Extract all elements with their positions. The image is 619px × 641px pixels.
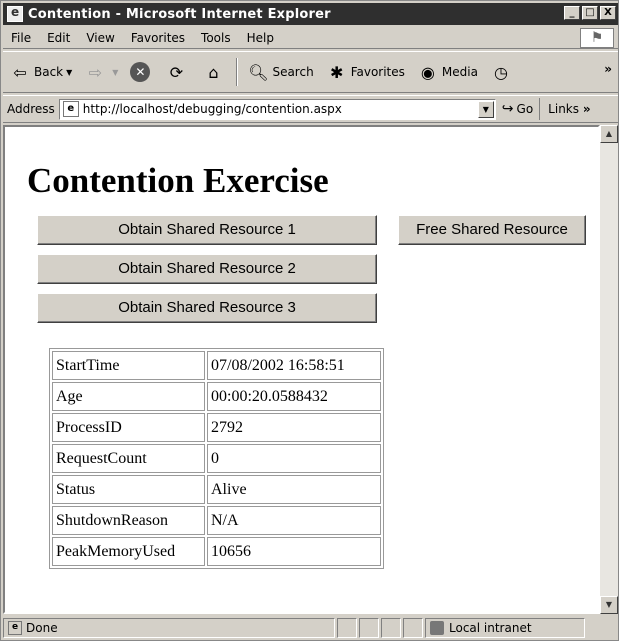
obtain-resource-1-button[interactable]: Obtain Shared Resource 1 <box>37 215 377 245</box>
table-row: RequestCount 0 <box>52 444 381 473</box>
go-button[interactable]: ↪ Go <box>496 101 539 117</box>
address-dropdown-icon[interactable]: ▼ <box>477 100 494 118</box>
scroll-down-icon[interactable]: ▼ <box>600 596 618 614</box>
forward-button[interactable]: ⇨ ▼ <box>78 57 124 87</box>
media-button[interactable]: ◉ Media <box>411 57 484 87</box>
window-title: Contention - Microsoft Internet Explorer <box>28 6 331 22</box>
menu-file[interactable]: File <box>3 31 39 45</box>
links-button[interactable]: Links » <box>539 98 591 120</box>
windows-logo-icon: ⚑ <box>580 28 614 48</box>
go-label: Go <box>516 102 534 116</box>
close-button[interactable]: X <box>600 6 616 20</box>
title-bar: Contention - Microsoft Internet Explorer… <box>3 3 618 25</box>
home-button[interactable]: ⌂ <box>196 57 233 87</box>
menu-favorites[interactable]: Favorites <box>123 31 193 45</box>
row-key: Status <box>52 475 205 504</box>
minimize-button[interactable]: _ <box>564 6 580 20</box>
back-button[interactable]: ⇦ Back ▼ <box>3 57 78 87</box>
address-url[interactable]: http://localhost/debugging/contention.as… <box>83 102 342 116</box>
vertical-scrollbar[interactable]: ▲ ▼ <box>600 125 618 614</box>
address-label: Address <box>7 102 55 116</box>
row-value: N/A <box>207 506 381 535</box>
status-panel <box>337 618 357 638</box>
favorites-label: Favorites <box>350 65 405 79</box>
page-title: Contention Exercise <box>27 161 329 200</box>
go-arrow-icon: ↪ <box>501 101 514 117</box>
status-bar: e Done Local intranet <box>3 616 618 640</box>
status-main: e Done <box>3 618 335 638</box>
window-controls: _ □ X <box>562 6 616 20</box>
obtain-resource-3-button[interactable]: Obtain Shared Resource 3 <box>37 293 377 323</box>
table-row: ShutdownReason N/A <box>52 506 381 535</box>
intranet-icon <box>430 621 444 635</box>
row-key: RequestCount <box>52 444 205 473</box>
table-row: ProcessID 2792 <box>52 413 381 442</box>
status-text: Done <box>26 621 58 635</box>
media-icon: ◉ <box>420 62 435 82</box>
stop-button[interactable]: ✕ <box>124 57 159 87</box>
status-panel <box>403 618 423 638</box>
home-icon: ⌂ <box>208 62 219 82</box>
table-row: Status Alive <box>52 475 381 504</box>
back-label: Back <box>34 65 64 79</box>
back-dropdown-icon[interactable]: ▼ <box>66 68 72 77</box>
toolbar-more-icon[interactable]: » <box>604 62 612 76</box>
menu-edit[interactable]: Edit <box>39 31 78 45</box>
page-content: Contention Exercise Obtain Shared Resour… <box>3 125 600 614</box>
refresh-icon: ⟳ <box>169 62 184 82</box>
menu-help[interactable]: Help <box>239 31 282 45</box>
toolbar-separator <box>236 58 239 86</box>
menu-bar: File Edit View Favorites Tools Help ⚑ <box>3 27 618 49</box>
security-zone: Local intranet <box>425 618 585 638</box>
row-value: 00:00:20.0588432 <box>207 382 381 411</box>
forward-arrow-icon: ⇨ <box>88 62 102 82</box>
page-icon: e <box>62 101 79 117</box>
table-row: PeakMemoryUsed 10656 <box>52 537 381 566</box>
search-icon: 🔍︎ <box>248 62 269 82</box>
history-icon: ◷ <box>493 62 508 82</box>
status-panel <box>381 618 401 638</box>
obtain-resource-2-button[interactable]: Obtain Shared Resource 2 <box>37 254 377 284</box>
stop-icon: ✕ <box>130 62 151 82</box>
row-value: Alive <box>207 475 381 504</box>
address-input[interactable]: e http://localhost/debugging/contention.… <box>58 98 496 120</box>
search-button[interactable]: 🔍︎ Search <box>241 57 319 87</box>
row-value: 07/08/2002 16:58:51 <box>207 351 381 380</box>
row-value: 2792 <box>207 413 381 442</box>
browser-window: Contention - Microsoft Internet Explorer… <box>0 0 619 641</box>
menu-tools[interactable]: Tools <box>193 31 239 45</box>
favorites-star-icon: ✱ <box>329 62 344 82</box>
table-row: StartTime 07/08/2002 16:58:51 <box>52 351 381 380</box>
ie-icon <box>7 5 23 22</box>
refresh-button[interactable]: ⟳ <box>159 57 196 87</box>
row-key: ShutdownReason <box>52 506 205 535</box>
media-label: Media <box>441 65 478 79</box>
row-key: Age <box>52 382 205 411</box>
scroll-up-icon[interactable]: ▲ <box>600 125 618 143</box>
menu-view[interactable]: View <box>78 31 122 45</box>
forward-dropdown-icon[interactable]: ▼ <box>112 68 118 77</box>
favorites-button[interactable]: ✱ Favorites <box>320 57 411 87</box>
process-info-table: StartTime 07/08/2002 16:58:51 Age 00:00:… <box>49 348 384 569</box>
zone-label: Local intranet <box>449 621 532 635</box>
row-key: ProcessID <box>52 413 205 442</box>
back-arrow-icon: ⇦ <box>13 62 27 82</box>
search-label: Search <box>272 65 314 79</box>
standard-toolbar: ⇦ Back ▼ ⇨ ▼ ✕ ⟳ ⌂ 🔍︎ Search ✱ Favorites… <box>3 51 618 93</box>
row-value: 10656 <box>207 537 381 566</box>
row-key: StartTime <box>52 351 205 380</box>
links-more-icon: » <box>582 102 591 116</box>
table-row: Age 00:00:20.0588432 <box>52 382 381 411</box>
free-resource-button[interactable]: Free Shared Resource <box>398 215 586 245</box>
status-panel <box>359 618 379 638</box>
links-label: Links <box>548 102 579 116</box>
maximize-button[interactable]: □ <box>582 6 598 20</box>
history-button[interactable]: ◷ <box>484 57 521 87</box>
address-bar: Address e http://localhost/debugging/con… <box>3 95 618 123</box>
row-key: PeakMemoryUsed <box>52 537 205 566</box>
done-page-icon: e <box>8 621 22 635</box>
row-value: 0 <box>207 444 381 473</box>
